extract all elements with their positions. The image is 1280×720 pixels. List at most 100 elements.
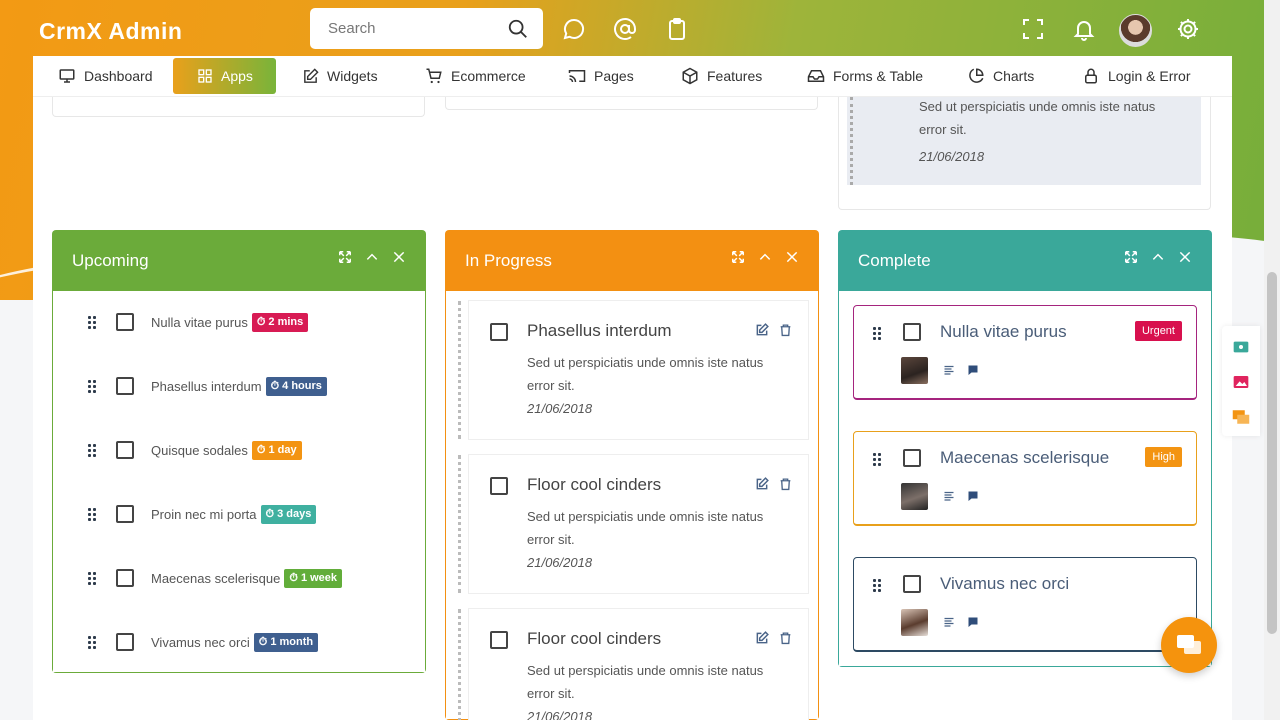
app-logo[interactable]: CrmX Admin	[39, 18, 182, 45]
fullscreen-icon[interactable]	[1021, 17, 1045, 41]
settings-gear-icon[interactable]	[1176, 17, 1200, 41]
nav-item-login-error[interactable]: Login & Error	[1072, 58, 1200, 94]
time-badge: ⏱ 2 mins	[251, 312, 309, 332]
assignee-avatar[interactable]	[901, 609, 928, 636]
comment-icon[interactable]	[967, 616, 979, 628]
edit-icon[interactable]	[755, 323, 769, 337]
task-card[interactable]: Maecenas scelerisque High	[853, 431, 1197, 526]
trash-icon[interactable]	[779, 477, 792, 491]
trash-icon[interactable]	[779, 323, 792, 337]
task-item[interactable]: Vivamus nec orci ⏱ 1 month	[53, 622, 423, 662]
card-title: Floor cool cinders	[527, 475, 662, 494]
card-text-line: error sit.	[527, 378, 575, 393]
drag-handle-line[interactable]	[850, 97, 853, 185]
task-item[interactable]: Quisque sodales ⏱ 1 day	[53, 430, 423, 470]
note-date: 21/06/2018	[919, 149, 985, 164]
drag-handle-icon[interactable]	[88, 444, 96, 457]
search-icon[interactable]	[507, 18, 529, 45]
clipboard-icon[interactable]	[665, 17, 689, 41]
task-item[interactable]: Nulla vitae purus ⏱ 2 mins	[53, 302, 423, 342]
user-avatar[interactable]	[1119, 14, 1152, 47]
task-checkbox[interactable]	[490, 477, 508, 495]
drag-handle-icon[interactable]	[88, 316, 96, 329]
chat-fab-button[interactable]	[1161, 617, 1217, 673]
assignee-avatar[interactable]	[901, 357, 928, 384]
edit-icon[interactable]	[755, 477, 769, 491]
expand-icon[interactable]	[731, 250, 745, 264]
text-lines-icon[interactable]	[943, 364, 955, 376]
task-checkbox[interactable]	[116, 441, 134, 459]
drag-handle-icon[interactable]	[88, 572, 96, 585]
drag-handle-line[interactable]	[458, 455, 461, 593]
task-item[interactable]: Proin nec mi porta ⏱ 3 days	[53, 494, 423, 534]
edit-icon[interactable]	[755, 631, 769, 645]
bell-icon[interactable]	[1072, 17, 1096, 41]
chat-bubble-icon[interactable]	[562, 17, 586, 41]
nav-item-apps[interactable]: Apps	[173, 58, 276, 94]
expand-icon[interactable]	[338, 250, 352, 264]
task-checkbox[interactable]	[903, 323, 921, 341]
task-checkbox[interactable]	[116, 569, 134, 587]
page-scrollbar[interactable]	[1264, 0, 1280, 720]
task-checkbox[interactable]	[490, 323, 508, 341]
search-input[interactable]	[310, 8, 490, 49]
priority-tag: Urgent	[1134, 321, 1182, 341]
drag-handle-icon[interactable]	[873, 327, 881, 340]
inbox-icon	[807, 70, 825, 82]
priority-tag: High	[1145, 447, 1182, 467]
task-checkbox[interactable]	[903, 449, 921, 467]
task-item[interactable]: Maecenas scelerisque ⏱ 1 week	[53, 558, 423, 598]
chat-icon[interactable]	[1232, 409, 1250, 425]
column-header: Upcoming	[52, 230, 426, 291]
at-sign-icon[interactable]	[613, 17, 637, 41]
text-lines-icon[interactable]	[943, 616, 955, 628]
task-label: Proin nec mi porta	[151, 506, 257, 522]
money-icon[interactable]	[1233, 341, 1249, 353]
close-icon[interactable]	[1178, 250, 1192, 264]
chevron-up-icon[interactable]	[365, 250, 379, 264]
assignee-avatar[interactable]	[901, 483, 928, 510]
text-lines-icon[interactable]	[943, 490, 955, 502]
comment-icon[interactable]	[967, 364, 979, 376]
drag-handle-line[interactable]	[458, 609, 461, 720]
task-checkbox[interactable]	[116, 377, 134, 395]
nav-label: Forms & Table	[833, 68, 923, 84]
task-card[interactable]: Vivamus nec orci	[853, 557, 1197, 652]
task-card[interactable]: Floor cool cinders Sed ut perspiciatis u…	[458, 454, 809, 594]
nav-item-pages[interactable]: Pages	[558, 58, 644, 94]
drag-handle-line[interactable]	[458, 301, 461, 439]
task-checkbox[interactable]	[116, 633, 134, 651]
task-checkbox[interactable]	[116, 505, 134, 523]
scrollbar-thumb[interactable]	[1267, 272, 1277, 634]
drag-handle-icon[interactable]	[88, 508, 96, 521]
task-item[interactable]: Phasellus interdum ⏱ 4 hours	[53, 366, 423, 406]
cart-icon	[426, 68, 442, 84]
task-card[interactable]: Phasellus interdum Sed ut perspiciatis u…	[458, 300, 809, 440]
chevron-up-icon[interactable]	[758, 250, 772, 264]
top-navigation: Dashboard Apps Widgets Ecommerce Pages F…	[33, 56, 1232, 97]
close-icon[interactable]	[392, 250, 406, 264]
task-card[interactable]: Floor cool cinders Sed ut perspiciatis u…	[458, 608, 809, 720]
trash-icon[interactable]	[779, 631, 792, 645]
image-icon[interactable]	[1233, 375, 1249, 389]
chevron-up-icon[interactable]	[1151, 250, 1165, 264]
expand-icon[interactable]	[1124, 250, 1138, 264]
task-checkbox[interactable]	[903, 575, 921, 593]
nav-item-charts[interactable]: Charts	[957, 58, 1044, 94]
nav-item-features[interactable]: Features	[671, 58, 772, 94]
drag-handle-icon[interactable]	[873, 579, 881, 592]
search-box[interactable]	[310, 8, 543, 49]
drag-handle-icon[interactable]	[873, 453, 881, 466]
column-title: Upcoming	[72, 250, 149, 270]
drag-handle-icon[interactable]	[88, 380, 96, 393]
comment-icon[interactable]	[967, 490, 979, 502]
nav-item-dashboard[interactable]: Dashboard	[48, 58, 163, 94]
task-card[interactable]: Nulla vitae purus Urgent	[853, 305, 1197, 400]
task-checkbox[interactable]	[490, 631, 508, 649]
nav-item-forms-table[interactable]: Forms & Table	[797, 58, 933, 94]
nav-item-widgets[interactable]: Widgets	[292, 58, 388, 94]
close-icon[interactable]	[785, 250, 799, 264]
drag-handle-icon[interactable]	[88, 636, 96, 649]
nav-item-ecommerce[interactable]: Ecommerce	[415, 58, 536, 94]
task-checkbox[interactable]	[116, 313, 134, 331]
